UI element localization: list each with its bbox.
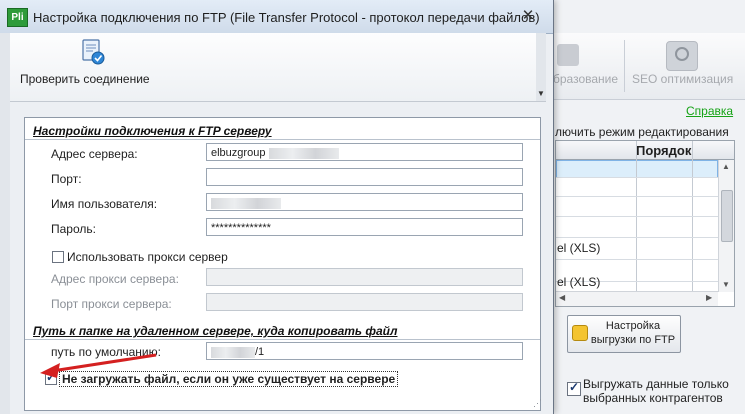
- port-field[interactable]: [206, 168, 523, 186]
- check-connection-icon: [82, 39, 105, 65]
- use-proxy-label[interactable]: Использовать прокси сервер: [67, 250, 228, 264]
- dialog-title: Настройка подключения по FTP (File Trans…: [33, 10, 540, 25]
- chevron-down-icon[interactable]: ▼: [537, 89, 545, 98]
- resize-grip-icon[interactable]: ⋰: [533, 398, 543, 408]
- help-link[interactable]: Справка: [686, 104, 733, 118]
- password-label: Пароль:: [51, 222, 96, 236]
- export-selected-label-line1[interactable]: Выгружать данные только: [583, 377, 729, 391]
- ftp-export-settings-button[interactable]: Настройка выгрузки по FTP: [567, 315, 681, 353]
- use-proxy-checkbox[interactable]: [52, 251, 64, 263]
- redacted-text: [268, 147, 339, 159]
- background-data-grid[interactable]: Порядок el (XLS) el (XLS) ▲ ▼ ◀ ▶: [555, 140, 735, 307]
- default-path-suffix: /1: [255, 346, 265, 358]
- section-divider: [25, 139, 540, 140]
- username-field[interactable]: [206, 193, 523, 211]
- edit-mode-toggle-label[interactable]: лючить режим редактирования: [555, 125, 729, 139]
- ftp-settings-dialog: Pli Настройка подключения по FTP (File T…: [0, 0, 554, 414]
- dialog-left-strip: [0, 33, 10, 414]
- port-label: Порт:: [51, 172, 82, 186]
- server-address-value: elbuzgroup: [211, 147, 266, 159]
- export-selected-contractors-checkbox[interactable]: [567, 380, 581, 396]
- proxy-port-field[interactable]: [206, 293, 523, 311]
- scroll-thumb[interactable]: [721, 190, 733, 242]
- username-label: Имя пользователя:: [51, 197, 158, 211]
- scroll-left-icon[interactable]: ◀: [559, 293, 565, 302]
- redacted-text: [211, 346, 255, 358]
- scroll-down-icon[interactable]: ▼: [722, 280, 730, 289]
- grid-row-line: [556, 177, 718, 178]
- ribbon-obrazovanie-label: бразование: [553, 72, 619, 86]
- server-address-label: Адрес сервера:: [51, 147, 138, 161]
- grid-cell[interactable]: el (XLS): [557, 275, 600, 289]
- redacted-text: [211, 197, 281, 209]
- grid-header: Порядок: [556, 141, 734, 160]
- ribbon-seo-button[interactable]: SEO оптимизация: [628, 40, 736, 92]
- ftp-button-line1: Настройка: [605, 320, 661, 332]
- house-icon: [557, 44, 579, 66]
- default-path-field[interactable]: /1: [206, 342, 523, 360]
- ribbon-seo-label: SEO оптимизация: [632, 72, 734, 86]
- scroll-up-icon[interactable]: ▲: [722, 162, 730, 171]
- ribbon-separator: [624, 40, 625, 92]
- grid-horizontal-scrollbar[interactable]: ◀ ▶: [556, 291, 718, 306]
- close-icon[interactable]: ✕: [518, 6, 538, 26]
- password-field[interactable]: **************: [206, 218, 523, 236]
- dialog-toolbar: Проверить соединение: [10, 33, 546, 102]
- dialog-titlebar[interactable]: Pli Настройка подключения по FTP (File T…: [0, 0, 553, 34]
- ftp-button-line2: выгрузки по FTP: [590, 334, 676, 346]
- check-connection-button[interactable]: Проверить соединение: [20, 37, 150, 95]
- grid-vertical-scrollbar[interactable]: ▲ ▼: [718, 160, 734, 292]
- grid-selected-row[interactable]: [556, 160, 718, 178]
- proxy-port-label: Порт прокси сервера:: [51, 297, 172, 311]
- proxy-address-label: Адрес прокси сервера:: [51, 272, 179, 286]
- remote-path-section-heading: Путь к папке на удаленном сервере, куда …: [33, 324, 398, 338]
- magnifier-icon: [666, 41, 698, 71]
- proxy-address-field[interactable]: [206, 268, 523, 286]
- red-arrow-icon: [40, 353, 157, 378]
- export-selected-label-line2[interactable]: выбранных контрагентов: [583, 391, 723, 405]
- check-connection-label: Проверить соединение: [20, 72, 150, 86]
- server-address-field[interactable]: elbuzgroup: [206, 143, 523, 161]
- grid-cell[interactable]: el (XLS): [557, 241, 600, 255]
- grid-row-line: [556, 216, 718, 217]
- app-logo-icon: Pli: [7, 8, 28, 27]
- section-divider: [25, 339, 540, 340]
- toolbar-scroll[interactable]: ▼: [536, 33, 546, 101]
- settings-icon: [572, 325, 588, 341]
- scroll-right-icon[interactable]: ▶: [706, 293, 712, 302]
- grid-row-line: [556, 259, 718, 260]
- grid-header-order[interactable]: Порядок: [636, 143, 691, 158]
- ribbon-obrazovanie-button[interactable]: бразование: [553, 40, 619, 92]
- grid-row-line: [556, 237, 718, 238]
- connection-section-heading: Настройки подключения к FTP серверу: [33, 124, 272, 138]
- grid-row-line: [556, 196, 718, 197]
